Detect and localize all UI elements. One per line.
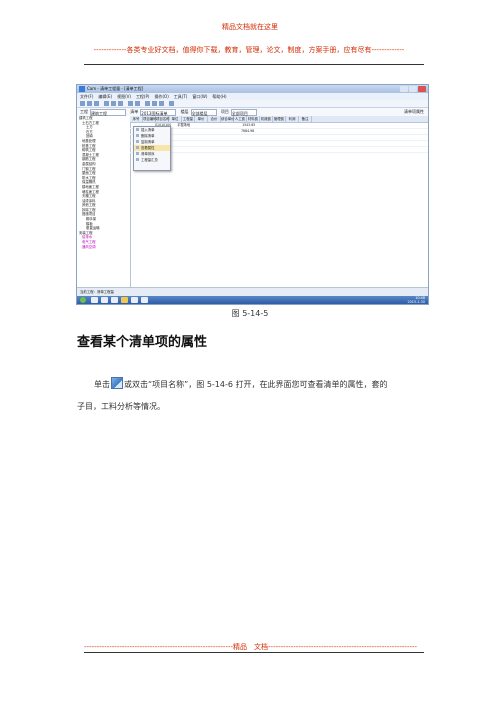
floor-label: 楼层 [180,109,189,114]
column-header[interactable]: 单位 [169,116,182,122]
header-divider [84,64,424,65]
context-menu: 插入清单 删除清单 复制清单 查看属性 清单排序 工程量汇总 [133,126,171,171]
undo-icon[interactable] [128,101,133,106]
paragraph-line-1: 单击 或双击“项目名称”，图 5-14-6 打开，在此界面您可查看清单的属性，套的 [94,377,388,390]
column-header[interactable]: 工程量 [182,116,195,122]
grid-cell-amount: 7684.98 [241,129,255,133]
report-icon[interactable] [152,101,157,106]
toolbar [77,100,428,108]
item-select-value: 全部项目 [231,110,248,116]
copy-icon[interactable] [111,101,116,106]
app-icon [79,86,85,92]
window-title: Cam - 清单工程量 - [清单工程] [87,86,144,91]
menu-item[interactable]: 窗口(W) [192,94,207,99]
explorer-icon[interactable] [91,297,98,303]
grid-cell-amount: 1543.85 [242,123,256,127]
header-title: 精品文档就在这里 [222,23,278,31]
minimize-icon[interactable] [400,86,408,92]
status-text: 当前工程：清单工程量 [80,290,114,294]
new-icon[interactable] [80,101,85,106]
footer-text: ----------------------------------------… [84,643,418,651]
column-header[interactable]: 备注 [299,116,312,122]
browser-icon[interactable] [101,297,108,303]
software-screenshot: Cam - 清单工程量 - [清单工程] 文件(F) 编辑(E) 视图(V) 工程(P… [76,84,429,305]
media-icon[interactable] [131,297,138,303]
header-subtitle: -------------各类专业好文档，值得你下载，教育，管理，论文，制度，方… [93,46,405,54]
filter-bar: 工程 建筑工程 清单 2013国标清单 楼层 全部楼层 项目 全部项目 清单项属性 [77,108,428,116]
calculate-icon[interactable] [145,101,150,106]
project-select-value: 建筑工程 [91,110,107,116]
search-icon[interactable] [169,101,174,106]
item-label: 项目 [220,109,229,114]
menu-item[interactable]: 操作(O) [154,94,168,99]
column-header[interactable]: 项目编码 [143,116,157,122]
open-icon[interactable] [87,101,92,106]
cut-icon[interactable] [104,101,109,106]
properties-icon [111,377,123,389]
app-task-icon[interactable] [121,297,128,303]
window-titlebar: Cam - 清单工程量 - [清单工程] [77,85,428,93]
menu-item[interactable]: 工程(P) [136,94,150,99]
grid-cell-name: 平整场地 [177,123,191,127]
save-icon[interactable] [94,101,99,106]
status-bar: 当前工程：清单工程量 [77,287,428,296]
list-grid: 序号 项目编码项目名称 单位 工程量 单价 合价 综合单价人工费 材料费 机械费 管理费 利润 备注 … [130,116,428,288]
column-header[interactable]: 项目名称 [156,116,170,122]
project-select[interactable]: 建筑工程 [90,108,126,116]
column-header[interactable]: 人工费 [234,116,247,122]
project-label: 工程 [80,109,88,114]
paste-icon[interactable] [118,101,123,106]
paragraph-part-2: 或双击“项目名称”，图 5-14-6 打开，在此界面您可查看清单的属性，套的 [124,380,388,389]
list-select-value: 2013国标清单 [141,110,168,116]
maximize-icon[interactable] [409,86,417,92]
close-icon[interactable] [418,86,426,92]
context-menu-item[interactable]: 工程量汇总 [134,157,170,163]
tree-item[interactable]: 通风空调 [79,245,130,250]
properties-button[interactable]: 清单项属性 [404,108,424,116]
taskbar-clock: 10:48 2015-1-30 [407,296,425,304]
table-row[interactable] [130,147,428,153]
project-tree: 建筑工程 土石方工程 土方 石方 回填 地基处理 桩基工程 砌筑工程 混凝土工程 钢筋工程 金属结构… [77,116,131,288]
menu-item[interactable]: 文件(F) [80,94,93,99]
figure-caption: 图 5-14-5 [231,309,269,318]
footer-divider [84,652,424,653]
folder-icon[interactable] [111,297,118,303]
word-icon[interactable] [141,297,148,303]
column-header[interactable]: 合价 [208,116,221,122]
column-header[interactable]: 材料费 [247,116,260,122]
menu-bar: 文件(F) 编辑(E) 视图(V) 工程(P) 操作(O) 工具(T) 窗口(W) 帮助(H) [77,93,428,100]
floor-select-value: 全部楼层 [191,110,208,116]
paragraph-line-2: 子目，工料分析等情况。 [77,402,165,411]
column-header[interactable]: 机械费 [260,116,273,122]
floor-select[interactable]: 全部楼层 [190,108,217,116]
print-icon[interactable] [159,101,164,106]
column-header[interactable]: 利润 [286,116,299,122]
grid-header: 序号 项目编码项目名称 单位 工程量 单价 合价 综合单价人工费 材料费 机械费 管理费 利润 备注 [130,116,428,123]
menu-item[interactable]: 工具(T) [174,94,188,99]
redo-icon[interactable] [135,101,140,106]
menu-item[interactable]: 视图(V) [117,94,131,99]
section-heading: 查看某个清单项的属性 [77,335,208,350]
list-select[interactable]: 2013国标清单 [140,108,177,116]
item-select[interactable]: 全部项目 [230,108,257,116]
clock-date: 2015-1-30 [407,300,425,304]
column-header[interactable]: 管理费 [273,116,286,122]
column-header[interactable]: 综合单价 [221,116,235,122]
windows-taskbar: 10:48 2015-1-30 [77,296,428,304]
menu-item[interactable]: 编辑(E) [98,94,112,99]
column-header[interactable]: 序号 [130,116,143,122]
column-header[interactable]: 单价 [195,116,208,122]
list-label: 清单 [130,109,139,114]
paragraph-part-1: 单击 [94,380,110,389]
start-icon[interactable] [80,297,86,303]
menu-item[interactable]: 帮助(H) [212,94,226,99]
